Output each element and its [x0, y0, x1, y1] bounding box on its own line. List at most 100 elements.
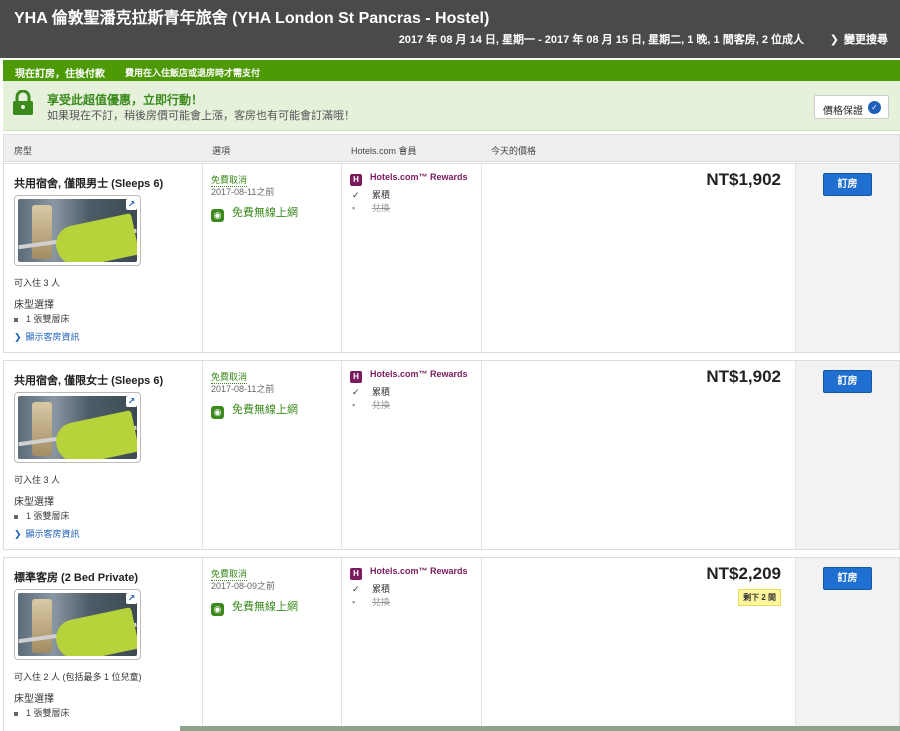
col-header-price: 今天的價格: [491, 146, 537, 156]
rewards-name: Hotels.com™ Rewards: [370, 566, 468, 576]
redeem-label: 兌換: [372, 203, 391, 213]
rewards-name: Hotels.com™ Rewards: [370, 369, 468, 379]
wifi-icon: ◉: [211, 603, 224, 616]
redeem-item: ▪ 兌換: [352, 595, 390, 608]
earn-label: 累積: [372, 584, 391, 594]
options-cell: 免費取消 2017-08-11之前 ◉ 免費無線上網: [203, 164, 342, 352]
room-type-cell: 標準客房 (2 Bed Private) ↗ 可入住 2 人 (包括最多 1 位…: [4, 558, 203, 731]
price-cell: NT$1,902: [482, 164, 796, 352]
check-icon: ✓: [868, 101, 881, 114]
bullet-icon: ▪: [352, 203, 356, 213]
stay-dates: 2017 年 08 月 14 日, 星期一 - 2017 年 08 月 15 日…: [398, 34, 804, 46]
earn-label: 累積: [372, 387, 391, 397]
price-guarantee-label: 價格保證: [823, 106, 863, 117]
cancel-deadline: 2017-08-11之前: [211, 187, 275, 197]
col-header-member: Hotels.com 會員: [351, 146, 417, 156]
room-occupancy: 可入住 2 人 (包括最多 1 位兒童): [14, 672, 142, 682]
room-type-cell: 共用宿舍, 僅限女士 (Sleeps 6) ↗ 可入住 3 人 床型選擇 1 張…: [4, 361, 203, 549]
room-row: 共用宿舍, 僅限男士 (Sleeps 6) ↗ 可入住 3 人 床型選擇 1 張…: [3, 163, 900, 353]
deal-headline: 享受此超值優惠，立即行動！: [47, 93, 204, 107]
change-search-link[interactable]: ❯ 變更搜尋: [830, 31, 888, 47]
chevron-right-icon: ❯: [14, 529, 22, 539]
check-icon: ✓: [352, 190, 360, 200]
options-cell: 免費取消 2017-08-11之前 ◉ 免費無線上網: [203, 361, 342, 549]
room-photo[interactable]: ↗: [14, 195, 141, 266]
rewards-icon: H: [350, 568, 362, 580]
col-header-room-type: 房型: [14, 146, 33, 156]
rewards-label: H Hotels.com™ Rewards: [350, 369, 468, 383]
room-name: 標準客房 (2 Bed Private): [14, 572, 139, 584]
expand-icon: ↗: [126, 199, 137, 210]
show-room-info-link[interactable]: ❯ 顯示客房資訊: [14, 330, 80, 343]
rewards-name: Hotels.com™ Rewards: [370, 172, 468, 182]
bed-type-label: 1 張雙層床: [26, 511, 70, 521]
member-cell: H Hotels.com™ Rewards ✓ 累積 ▪ 兌換: [342, 164, 482, 352]
book-cell: 訂房: [796, 558, 899, 731]
rewards-label: H Hotels.com™ Rewards: [350, 566, 468, 580]
show-room-info-label: 顯示客房資訊: [25, 529, 80, 539]
show-room-info-link[interactable]: ❯ 顯示客房資訊: [14, 527, 80, 540]
bed-choice-label: 床型選擇: [14, 497, 54, 508]
pay-later-title: 現在訂房，住後付款: [15, 69, 105, 80]
chevron-right-icon: ❯: [829, 34, 839, 46]
earn-item: ✓ 累積: [352, 582, 390, 595]
wifi-icon: ◉: [211, 209, 224, 222]
rooms-left-badge: 剩下 2 間: [738, 589, 781, 606]
free-wifi: ◉ 免費無線上網: [211, 598, 298, 616]
hotel-header: YHA 倫敦聖潘克拉斯青年旅舍 (YHA London St Pancras -…: [0, 0, 900, 58]
options-cell: 免費取消 2017-08-09之前 ◉ 免費無線上網: [203, 558, 342, 731]
pay-later-bar: 現在訂房，住後付款 費用在入住飯店或退房時才需支付: [3, 60, 900, 81]
room-name: 共用宿舍, 僅限男士 (Sleeps 6): [14, 178, 164, 190]
free-wifi-label: 免費無線上網: [232, 207, 298, 219]
price-guarantee-button[interactable]: 價格保證 ✓: [814, 95, 889, 119]
book-button[interactable]: 訂房: [823, 173, 872, 196]
room-photo[interactable]: ↗: [14, 392, 141, 463]
hotel-title: YHA 倫敦聖潘克拉斯青年旅舍 (YHA London St Pancras -…: [14, 10, 490, 27]
deal-body: 如果現在不訂，稍後房價可能會上漲，客房也有可能會訂滿哦！: [47, 110, 355, 122]
lock-icon: [13, 90, 33, 115]
redeem-item: ▪ 兌換: [352, 201, 390, 214]
expand-icon: ↗: [126, 396, 137, 407]
free-wifi-label: 免費無線上網: [232, 601, 298, 613]
deal-banner: 享受此超值優惠，立即行動！ 如果現在不訂，稍後房價可能會上漲，客房也有可能會訂滿…: [3, 81, 900, 131]
free-wifi: ◉ 免費無線上網: [211, 401, 298, 419]
expand-icon: ↗: [126, 593, 137, 604]
room-occupancy: 可入住 3 人: [14, 278, 61, 288]
redeem-label: 兌換: [372, 400, 391, 410]
room-photo[interactable]: ↗: [14, 589, 141, 660]
cancel-deadline: 2017-08-11之前: [211, 384, 275, 394]
member-cell: H Hotels.com™ Rewards ✓ 累積 ▪ 兌換: [342, 361, 482, 549]
redeem-item: ▪ 兌換: [352, 398, 390, 411]
earn-label: 累積: [372, 190, 391, 200]
show-room-info-label: 顯示客房資訊: [25, 332, 80, 342]
rewards-icon: H: [350, 371, 362, 383]
book-cell: 訂房: [796, 361, 899, 549]
bed-type: 1 張雙層床: [14, 706, 70, 719]
book-button[interactable]: 訂房: [823, 567, 872, 590]
check-icon: ✓: [352, 387, 360, 397]
price-cell: NT$2,209 剩下 2 間: [482, 558, 796, 731]
wifi-icon: ◉: [211, 406, 224, 419]
room-price: NT$1,902: [706, 170, 781, 189]
room-row: 共用宿舍, 僅限女士 (Sleeps 6) ↗ 可入住 3 人 床型選擇 1 張…: [3, 360, 900, 550]
bullet-icon: ▪: [352, 400, 356, 410]
room-price: NT$2,209: [706, 564, 781, 583]
rewards-label: H Hotels.com™ Rewards: [350, 172, 468, 186]
bed-choice-label: 床型選擇: [14, 300, 54, 311]
redeem-label: 兌換: [372, 597, 391, 607]
member-cell: H Hotels.com™ Rewards ✓ 累積 ▪ 兌換: [342, 558, 482, 731]
room-table-header: 房型 選項 Hotels.com 會員 今天的價格: [3, 134, 900, 162]
room-occupancy: 可入住 3 人: [14, 475, 61, 485]
free-wifi-label: 免費無線上網: [232, 404, 298, 416]
book-button[interactable]: 訂房: [823, 370, 872, 393]
chevron-right-icon: ❯: [14, 332, 22, 342]
bed-type: 1 張雙層床: [14, 509, 70, 522]
earn-item: ✓ 累積: [352, 385, 390, 398]
check-icon: ✓: [352, 584, 360, 594]
bed-type: 1 張雙層床: [14, 312, 70, 325]
pay-later-subtitle: 費用在入住飯店或退房時才需支付: [125, 68, 261, 78]
room-type-cell: 共用宿舍, 僅限男士 (Sleeps 6) ↗ 可入住 3 人 床型選擇 1 張…: [4, 164, 203, 352]
rewards-icon: H: [350, 174, 362, 186]
cancel-deadline: 2017-08-09之前: [211, 581, 276, 591]
bed-type-label: 1 張雙層床: [26, 314, 70, 324]
